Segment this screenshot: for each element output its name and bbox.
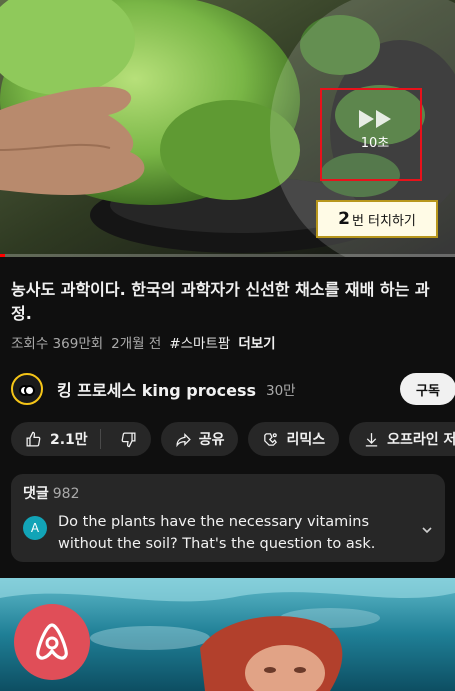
upload-date: 2개월 전 bbox=[111, 336, 162, 352]
top-comment[interactable]: A Do the plants have the necessary vitam… bbox=[23, 511, 433, 555]
channel-name[interactable]: 킹 프로세스 king process bbox=[57, 377, 256, 401]
instruction-number: 2 bbox=[338, 209, 350, 229]
video-title[interactable]: 농사도 과학이다. 한국의 과학자가 신선한 채소를 재배 하는 과정. bbox=[11, 278, 441, 326]
airbnb-logo-icon[interactable] bbox=[14, 604, 90, 680]
comments-panel[interactable]: 댓글 982 A Do the plants have the necessary… bbox=[11, 474, 445, 562]
progress-bar[interactable] bbox=[0, 254, 455, 257]
share-icon bbox=[176, 432, 191, 447]
remix-label: 리믹스 bbox=[286, 432, 326, 448]
dislike-button[interactable] bbox=[108, 431, 151, 448]
progress-fill bbox=[0, 254, 5, 257]
comments-label: 댓글 bbox=[23, 486, 49, 502]
share-button[interactable]: 공유 bbox=[160, 422, 239, 456]
action-bar: 2.1만 공유 리믹스 오프라인 저장 bbox=[11, 422, 455, 458]
instruction-callout: 2 번 터치하기 bbox=[316, 200, 438, 238]
hashtag-link[interactable]: #스마트팜 bbox=[169, 332, 230, 352]
subscriber-count: 30만 bbox=[266, 383, 296, 399]
video-metadata[interactable]: 조회수 369만회 2개월 전 #스마트팜 더보기 bbox=[11, 332, 276, 352]
highlight-box bbox=[320, 88, 422, 181]
remix-icon bbox=[264, 432, 278, 446]
like-count: 2.1만 bbox=[50, 432, 88, 448]
commenter-avatar: A bbox=[23, 516, 47, 540]
like-icon bbox=[26, 431, 41, 447]
dislike-icon bbox=[121, 431, 136, 447]
share-label: 공유 bbox=[198, 432, 225, 448]
channel-row[interactable]: 킹 프로세스 king process 30만 구독 bbox=[11, 372, 455, 406]
like-dislike-chip: 2.1만 bbox=[11, 422, 151, 456]
comments-count: 982 bbox=[52, 486, 80, 502]
download-icon bbox=[365, 432, 378, 447]
comment-text: Do the plants have the necessary vitamin… bbox=[58, 514, 376, 552]
comments-header: 댓글 982 bbox=[23, 483, 433, 503]
view-count: 조회수 369만회 bbox=[11, 336, 104, 352]
channel-avatar[interactable] bbox=[11, 373, 43, 405]
more-link[interactable]: 더보기 bbox=[238, 332, 275, 352]
video-player[interactable]: 10초 2 번 터치하기 bbox=[0, 0, 455, 257]
download-label: 오프라인 저장 bbox=[387, 432, 455, 448]
like-button[interactable]: 2.1만 bbox=[25, 429, 101, 449]
instruction-text: 번 터치하기 bbox=[351, 213, 416, 229]
download-button[interactable]: 오프라인 저장 bbox=[349, 422, 455, 456]
remix-button[interactable]: 리믹스 bbox=[248, 422, 340, 456]
subscribe-button[interactable]: 구독 bbox=[400, 373, 455, 405]
chevron-down-icon[interactable] bbox=[421, 524, 433, 539]
